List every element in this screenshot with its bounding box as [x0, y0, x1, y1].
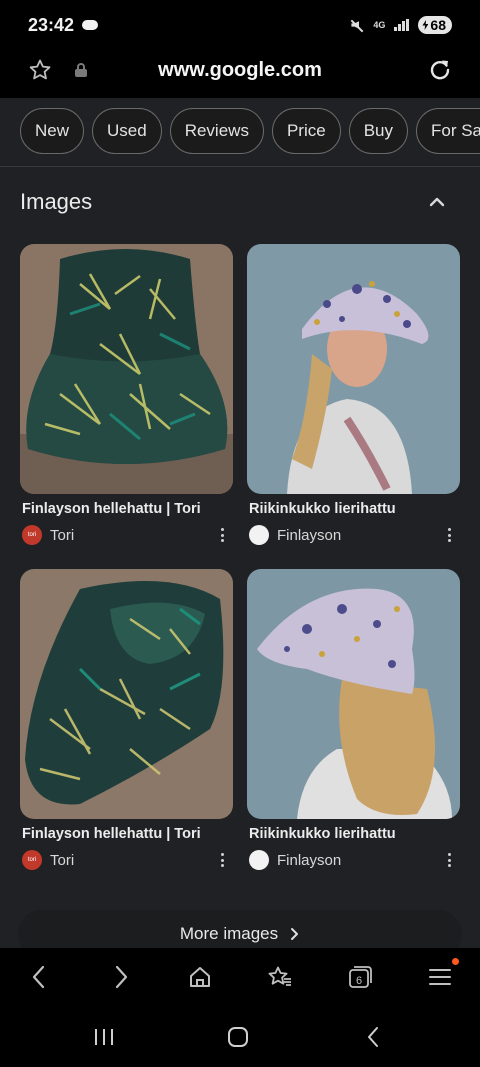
recent-apps-icon[interactable] [89, 1022, 119, 1052]
tori-favicon-icon: tori [22, 525, 42, 545]
chip-price[interactable]: Price [271, 108, 341, 154]
battery-indicator: 68 [418, 16, 452, 34]
notification-dot [452, 958, 459, 965]
chevron-up-icon[interactable] [414, 187, 460, 217]
url-bar: www.google.com [0, 50, 480, 98]
chip-used[interactable]: Used [92, 108, 162, 154]
status-time: 23:42 [28, 14, 75, 35]
result-source[interactable]: Finlayson [249, 849, 341, 871]
home-nav-icon[interactable] [223, 1022, 253, 1052]
more-vert-icon[interactable] [221, 853, 225, 867]
hat-image-palm-flat[interactable] [20, 569, 233, 819]
reload-icon[interactable] [427, 57, 453, 83]
status-bar: 23:42 4G 68 [0, 0, 480, 50]
chevron-right-icon [291, 928, 299, 940]
more-vert-icon[interactable] [221, 528, 225, 542]
menu-icon[interactable] [423, 960, 457, 994]
hat-image-floral-back[interactable] [247, 569, 460, 819]
back-nav-icon[interactable] [358, 1022, 388, 1052]
tori-favicon-icon: tori [22, 850, 42, 870]
hat-image-floral-model[interactable] [247, 244, 460, 494]
back-icon[interactable] [22, 960, 56, 994]
more-images-label: More images [179, 924, 279, 943]
result-title[interactable]: Finlayson hellehattu | Tori [22, 826, 201, 842]
mute-icon [350, 18, 364, 32]
tab-count: 6 [356, 975, 362, 987]
home-icon[interactable] [183, 960, 217, 994]
bookmarks-icon[interactable] [263, 960, 297, 994]
result-source[interactable]: tori Tori [22, 849, 74, 871]
status-icons: 4G 68 [350, 16, 452, 34]
chip-reviews[interactable]: Reviews [169, 108, 264, 154]
tabs-icon[interactable]: 6 [343, 960, 377, 994]
forward-icon[interactable] [104, 960, 138, 994]
more-vert-icon[interactable] [448, 528, 452, 542]
chip-buy[interactable]: Buy [348, 108, 408, 154]
filter-chips: New Used Reviews Price Buy For Sale [0, 108, 480, 154]
chip-for-sale[interactable]: For Sale [415, 108, 480, 154]
source-name: Finlayson [277, 851, 342, 869]
more-images-button[interactable]: More images [18, 910, 462, 948]
battery-level: 68 [430, 17, 446, 33]
result-source[interactable]: tori Tori [22, 524, 74, 546]
more-vert-icon[interactable] [448, 853, 452, 867]
source-name: Tori [50, 851, 75, 869]
search-results: New Used Reviews Price Buy For Sale Imag… [0, 98, 480, 948]
url-field[interactable]: www.google.com [0, 59, 480, 82]
finlayson-favicon-icon [249, 850, 269, 870]
cloud-icon [82, 20, 99, 30]
network-type: 4G [373, 19, 386, 30]
source-name: Finlayson [277, 526, 342, 544]
images-heading: Images [20, 189, 93, 214]
finlayson-favicon-icon [249, 525, 269, 545]
browser-toolbar: 6 [0, 948, 480, 1006]
system-nav-bar [0, 1006, 480, 1067]
divider [0, 166, 480, 167]
hat-image-palm[interactable] [20, 244, 233, 494]
result-source[interactable]: Finlayson [249, 524, 341, 546]
result-title[interactable]: Riikinkukko lierihattu [249, 501, 396, 517]
result-title[interactable]: Finlayson hellehattu | Tori [22, 501, 201, 517]
charging-icon [422, 20, 429, 30]
result-title[interactable]: Riikinkukko lierihattu [249, 826, 396, 842]
chip-new[interactable]: New [20, 108, 85, 154]
source-name: Tori [50, 526, 75, 544]
signal-icon [394, 19, 410, 31]
